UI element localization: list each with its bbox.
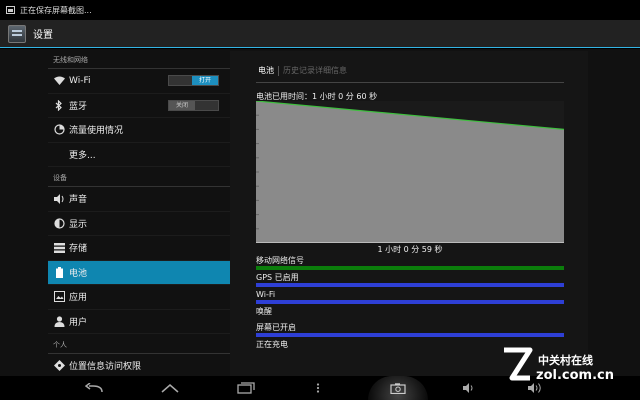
status-bar: 正在保存屏幕截图... — [0, 0, 640, 20]
wifi-toggle[interactable]: 打开 — [168, 75, 219, 87]
sidebar-item-location[interactable]: 位置信息访问权限 — [48, 354, 230, 376]
settings-content: 无线和网络 Wi-Fi 打开 蓝牙 关闭 流量使用情况 更多... 设备 声音 … — [0, 49, 640, 376]
sidebar-item-label: Wi-Fi — [69, 75, 91, 86]
detail-tabs: 电池 历史记录详细信息 — [258, 65, 347, 76]
sidebar-item-sound[interactable]: 声音 — [48, 187, 230, 212]
recent-apps-icon[interactable] — [232, 376, 260, 400]
back-icon[interactable] — [80, 376, 108, 400]
sidebar-item-display[interactable]: 显示 — [48, 212, 230, 236]
battery-history-chart — [256, 101, 564, 243]
settings-sidebar: 无线和网络 Wi-Fi 打开 蓝牙 关闭 流量使用情况 更多... 设备 声音 … — [48, 49, 230, 376]
signal-row-screen-on: 屏幕已开启 — [256, 323, 564, 337]
tab-history-details[interactable]: 历史记录详细信息 — [283, 65, 347, 76]
action-bar: 设置 — [0, 20, 640, 48]
sidebar-item-label: 位置信息访问权限 — [69, 362, 142, 373]
sidebar-item-storage[interactable]: 存储 — [48, 236, 230, 261]
battery-detail-pane: 电池 历史记录详细信息 电池已用时间：1 小时 0 分 60 秒 1 小时 0 … — [230, 51, 588, 376]
status-notification-text: 正在保存屏幕截图... — [20, 5, 92, 15]
bluetooth-icon — [53, 99, 65, 111]
sidebar-item-wifi[interactable]: Wi-Fi 打开 — [48, 69, 230, 94]
zol-watermark: 中关村在线 zol.com.cn — [498, 344, 636, 388]
zol-logo — [504, 347, 533, 381]
signal-label: 移动网络信号 — [256, 256, 304, 265]
settings-app-icon[interactable] — [8, 24, 26, 43]
apps-icon — [53, 291, 65, 303]
signal-bar-mobile — [256, 266, 564, 270]
screenshot-notification-icon — [6, 6, 15, 14]
screenshot-icon[interactable] — [368, 376, 428, 400]
toggle-state: 打开 — [192, 76, 218, 86]
sidebar-item-label: 用户 — [69, 317, 88, 328]
sound-icon — [53, 193, 65, 205]
signal-bar-wifi — [256, 300, 564, 304]
storage-icon — [53, 242, 65, 254]
home-icon[interactable] — [156, 376, 184, 400]
more-spacer — [53, 148, 65, 160]
toggle-state: 关闭 — [169, 100, 195, 110]
menu-icon[interactable] — [308, 376, 328, 400]
bluetooth-toggle[interactable]: 关闭 — [168, 99, 219, 111]
sidebar-item-battery[interactable]: 电池 — [48, 260, 230, 285]
display-icon — [53, 217, 65, 229]
signal-row-awake: 唤醒 — [256, 307, 564, 317]
sidebar-item-apps[interactable]: 应用 — [48, 285, 230, 310]
sidebar-item-data-usage[interactable]: 流量使用情况 — [48, 118, 230, 143]
section-header-wireless: 无线和网络 — [48, 49, 230, 69]
data-usage-icon — [53, 124, 65, 136]
sidebar-item-more[interactable]: 更多... — [48, 143, 230, 167]
sidebar-item-label: 声音 — [69, 195, 88, 206]
signal-row-mobile: 移动网络信号 — [256, 256, 564, 270]
sidebar-item-label: 蓝牙 — [69, 101, 88, 112]
signal-label: Wi-Fi — [256, 290, 276, 299]
sidebar-item-label: 应用 — [69, 293, 88, 304]
signal-label: GPS 已启用 — [256, 273, 299, 282]
chart-duration-label: 1 小时 0 分 59 秒 — [377, 245, 443, 254]
sidebar-item-label: 更多... — [69, 150, 96, 161]
watermark-brand-en: zol.com.cn — [536, 368, 614, 383]
tab-battery[interactable]: 电池 — [258, 65, 274, 76]
sidebar-item-label: 存储 — [69, 244, 88, 255]
signal-row-wifi: Wi-Fi — [256, 290, 564, 304]
battery-icon — [53, 266, 65, 278]
tab-underline — [256, 82, 564, 83]
volume-down-icon[interactable] — [458, 376, 482, 400]
user-icon — [53, 315, 65, 327]
tab-divider — [278, 65, 279, 76]
sidebar-item-label: 流量使用情况 — [69, 126, 124, 137]
sidebar-item-label: 电池 — [69, 268, 88, 279]
location-icon — [53, 360, 65, 372]
sidebar-item-bluetooth[interactable]: 蓝牙 关闭 — [48, 94, 230, 118]
watermark-brand-cn: 中关村在线 — [538, 354, 593, 367]
page-title: 设置 — [33, 30, 53, 41]
section-header-device: 设备 — [48, 167, 230, 187]
signal-bar-screen-on — [256, 333, 564, 337]
section-header-personal: 个人 — [48, 334, 230, 354]
sidebar-item-label: 显示 — [69, 219, 88, 230]
signal-bar-gps — [256, 283, 564, 287]
sidebar-item-users[interactable]: 用户 — [48, 310, 230, 334]
wifi-icon — [53, 75, 65, 87]
signal-row-gps: GPS 已启用 — [256, 273, 564, 287]
signal-label: 屏幕已开启 — [256, 323, 296, 332]
signal-label: 唤醒 — [256, 307, 272, 316]
